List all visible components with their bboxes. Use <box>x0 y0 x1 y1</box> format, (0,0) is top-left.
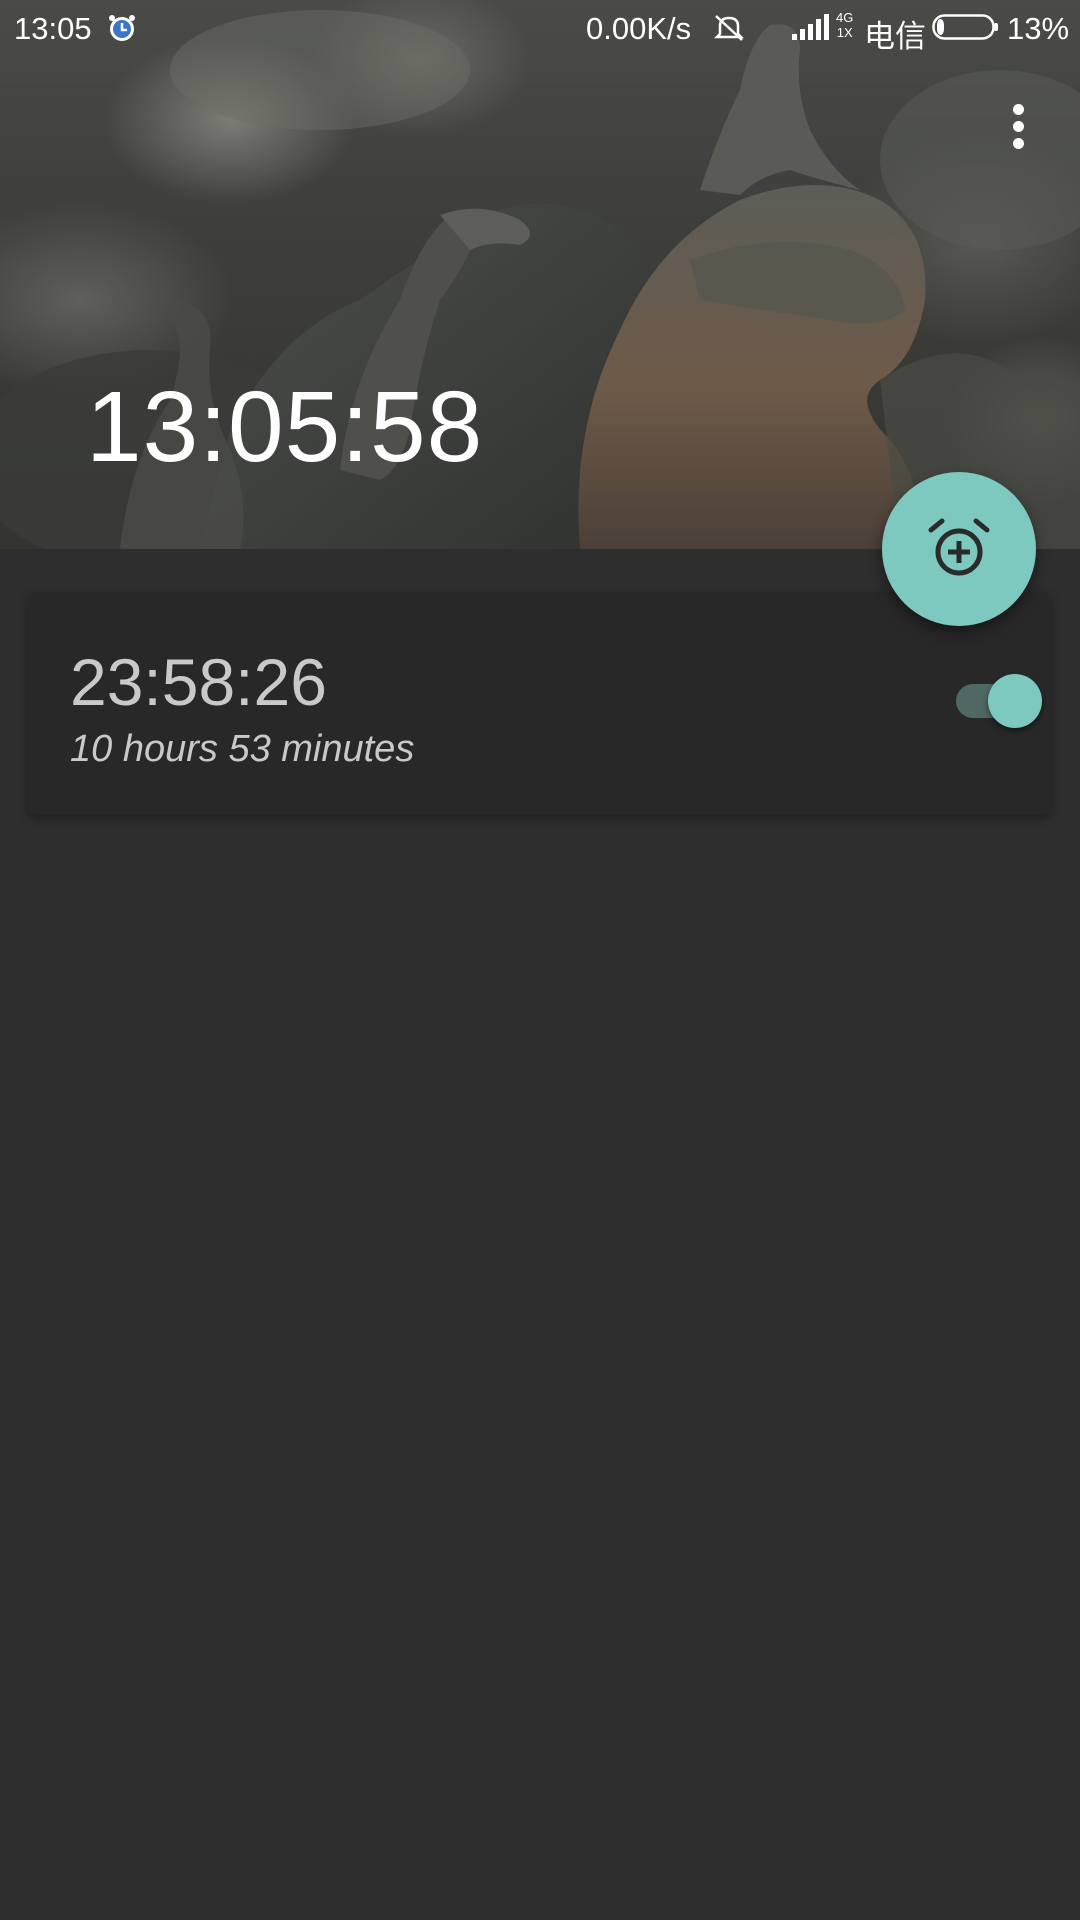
toggle-thumb <box>988 674 1042 728</box>
network-type: 4G 1X <box>836 10 853 40</box>
add-alarm-icon <box>928 518 990 576</box>
network-type-bottom: 1X <box>836 25 853 40</box>
mute-icon <box>713 15 745 41</box>
more-vert-icon-dot <box>1012 138 1024 149</box>
alarm-time[interactable]: 23:58:26 <box>70 644 327 720</box>
more-vert-icon <box>1012 104 1024 115</box>
alarm-card[interactable]: 23:58:26 10 hours 53 minutes <box>28 592 1050 814</box>
alarm-icon <box>109 15 135 41</box>
more-vert-icon-dot <box>1012 121 1024 132</box>
more-options-button[interactable] <box>996 104 1040 160</box>
signal-icon <box>792 14 829 40</box>
alarm-enabled-toggle[interactable] <box>956 674 1042 728</box>
alarm-screen: 13:05 0.00K/s 4G 1X 电信 13% 13:05:58 23:5… <box>0 0 1080 1920</box>
net-speed: 0.00K/s <box>586 11 692 46</box>
current-time-clock: 13:05:58 <box>86 371 484 483</box>
add-alarm-button[interactable] <box>882 472 1036 626</box>
alarm-time-remaining: 10 hours 53 minutes <box>70 728 415 770</box>
battery-percent: 13% <box>1007 11 1070 46</box>
carrier-name: 电信 <box>864 19 926 54</box>
network-type-top: 4G <box>836 10 854 25</box>
status-time: 13:05 <box>14 11 92 46</box>
battery-icon <box>932 14 998 40</box>
status-bar: 13:05 0.00K/s 4G 1X 电信 13% <box>0 0 1080 56</box>
